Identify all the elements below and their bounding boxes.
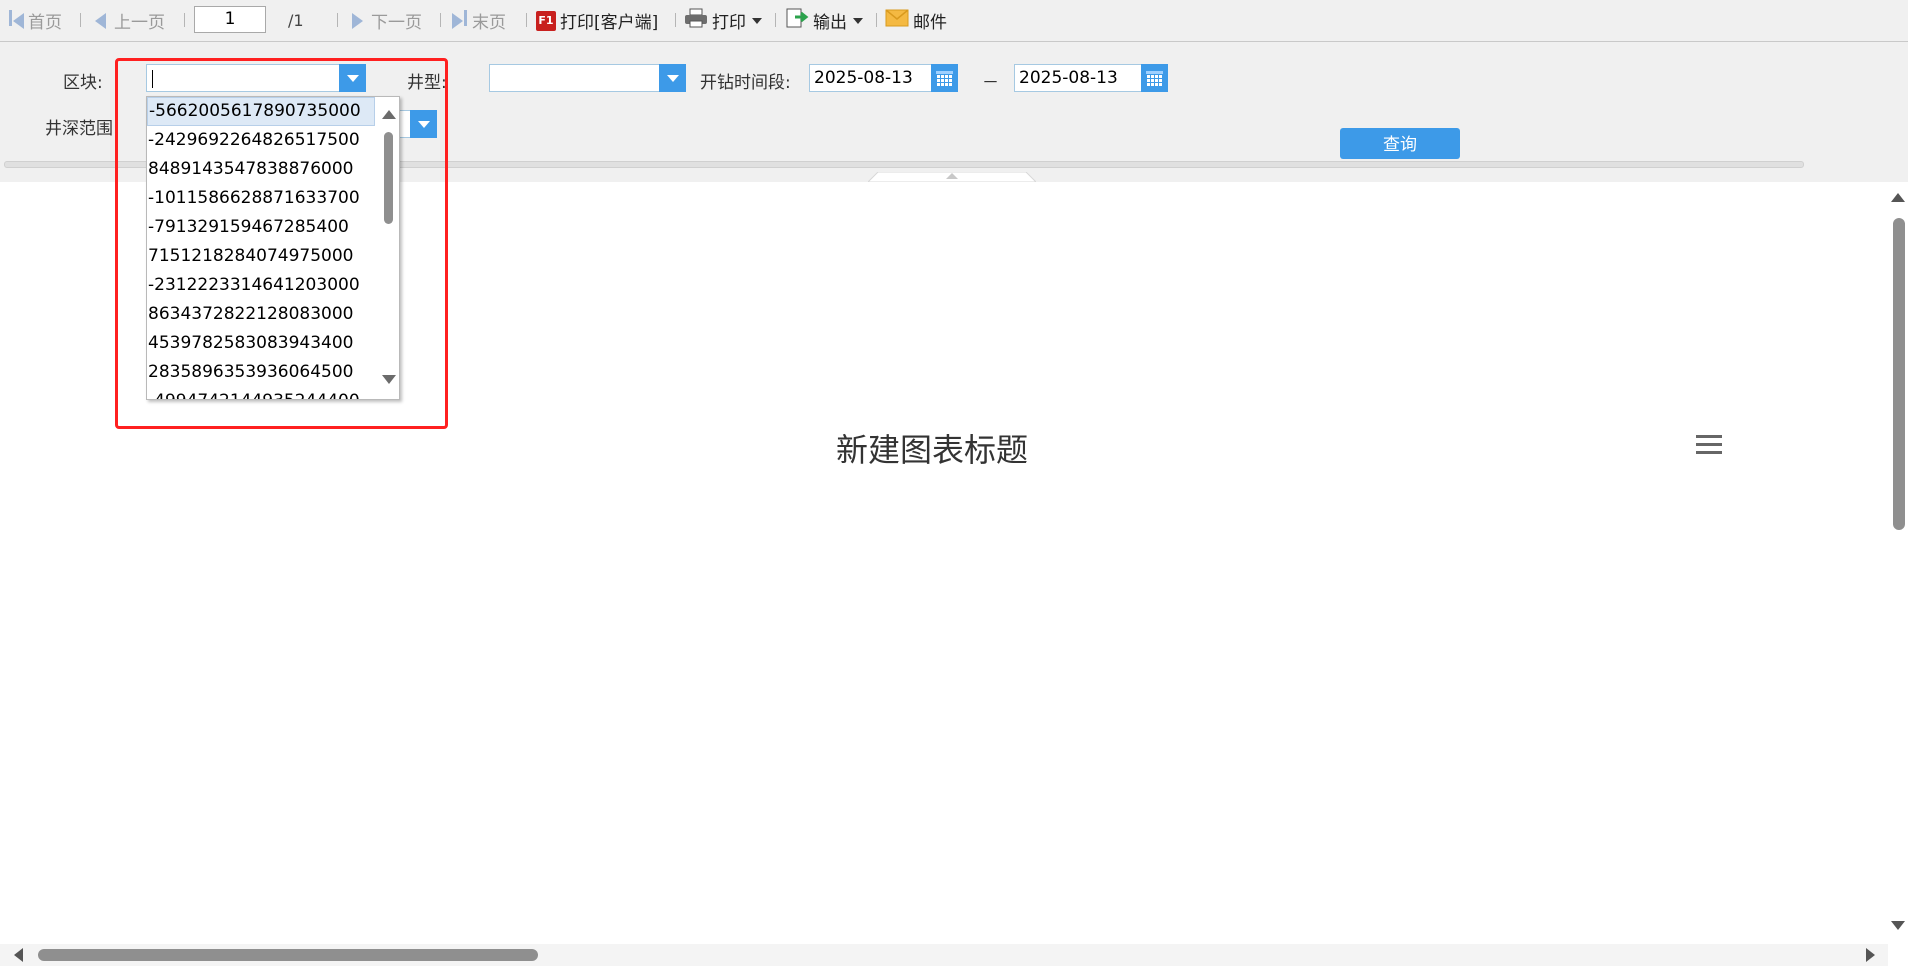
scroll-thumb[interactable] <box>1893 218 1905 530</box>
vertical-scrollbar[interactable] <box>1888 183 1908 943</box>
query-button[interactable]: 查询 <box>1340 128 1460 159</box>
export-button[interactable]: 输出 <box>785 0 863 41</box>
start-date-field[interactable]: 2025-08-13 <box>809 64 958 92</box>
toolbar-separator <box>80 13 81 27</box>
date-separator: － <box>982 73 999 93</box>
chevron-down-icon <box>752 17 762 24</box>
last-page-icon <box>452 10 468 31</box>
printer-icon <box>684 8 708 33</box>
prev-page-button[interactable]: 上一页 <box>95 0 165 41</box>
prev-page-icon <box>95 12 106 29</box>
calendar-icon[interactable] <box>931 64 958 92</box>
toolbar-separator <box>337 13 338 27</box>
calendar-icon[interactable] <box>1141 64 1168 92</box>
well-type-combobox[interactable] <box>489 64 686 92</box>
scroll-right-icon[interactable] <box>1866 948 1875 962</box>
page-total: /1 <box>288 11 304 30</box>
toolbar-separator <box>526 13 527 27</box>
toolbar-separator <box>775 13 776 27</box>
scroll-thumb[interactable] <box>38 949 538 961</box>
chart-title: 新建图表标题 <box>835 431 1028 469</box>
chevron-down-icon <box>853 17 863 24</box>
print-button[interactable]: 打印 <box>684 0 762 41</box>
drill-period-label: 开钻时间段: <box>700 73 791 93</box>
block-label: 区块: <box>63 73 103 93</box>
chevron-down-icon[interactable] <box>659 64 686 92</box>
end-date-field[interactable]: 2025-08-13 <box>1014 64 1168 92</box>
horizontal-scrollbar[interactable] <box>0 944 1888 966</box>
export-icon <box>785 7 809 34</box>
first-page-button[interactable]: 首页 <box>8 0 62 41</box>
toolbar-separator <box>675 13 676 27</box>
toolbar-separator <box>876 13 877 27</box>
scroll-left-icon[interactable] <box>14 948 23 962</box>
scroll-up-icon[interactable] <box>1891 193 1905 202</box>
pdf-print-icon: F1 <box>536 10 556 31</box>
page-number-input[interactable]: 1 <box>194 6 266 33</box>
toolbar-separator <box>184 13 185 27</box>
toolbar-separator <box>440 13 441 27</box>
depth-range-label: 井深范围: <box>45 119 119 139</box>
first-page-icon <box>8 10 24 31</box>
next-page-icon <box>352 12 363 29</box>
annotation-highlight-box <box>115 58 448 429</box>
mail-button[interactable]: 邮件 <box>885 0 947 41</box>
scroll-down-icon[interactable] <box>1891 921 1905 930</box>
envelope-icon <box>885 9 909 32</box>
last-page-button[interactable]: 末页 <box>452 0 506 41</box>
report-toolbar: 首页 上一页 1 /1 下一页 末页 F1 打印[客户端] 打印 输出 邮件 <box>0 0 1908 42</box>
next-page-button[interactable]: 下一页 <box>352 0 422 41</box>
hamburger-menu-icon[interactable] <box>1696 435 1722 455</box>
collapse-panel-toggle[interactable] <box>868 172 1036 182</box>
print-client-button[interactable]: F1 打印[客户端] <box>536 0 658 41</box>
